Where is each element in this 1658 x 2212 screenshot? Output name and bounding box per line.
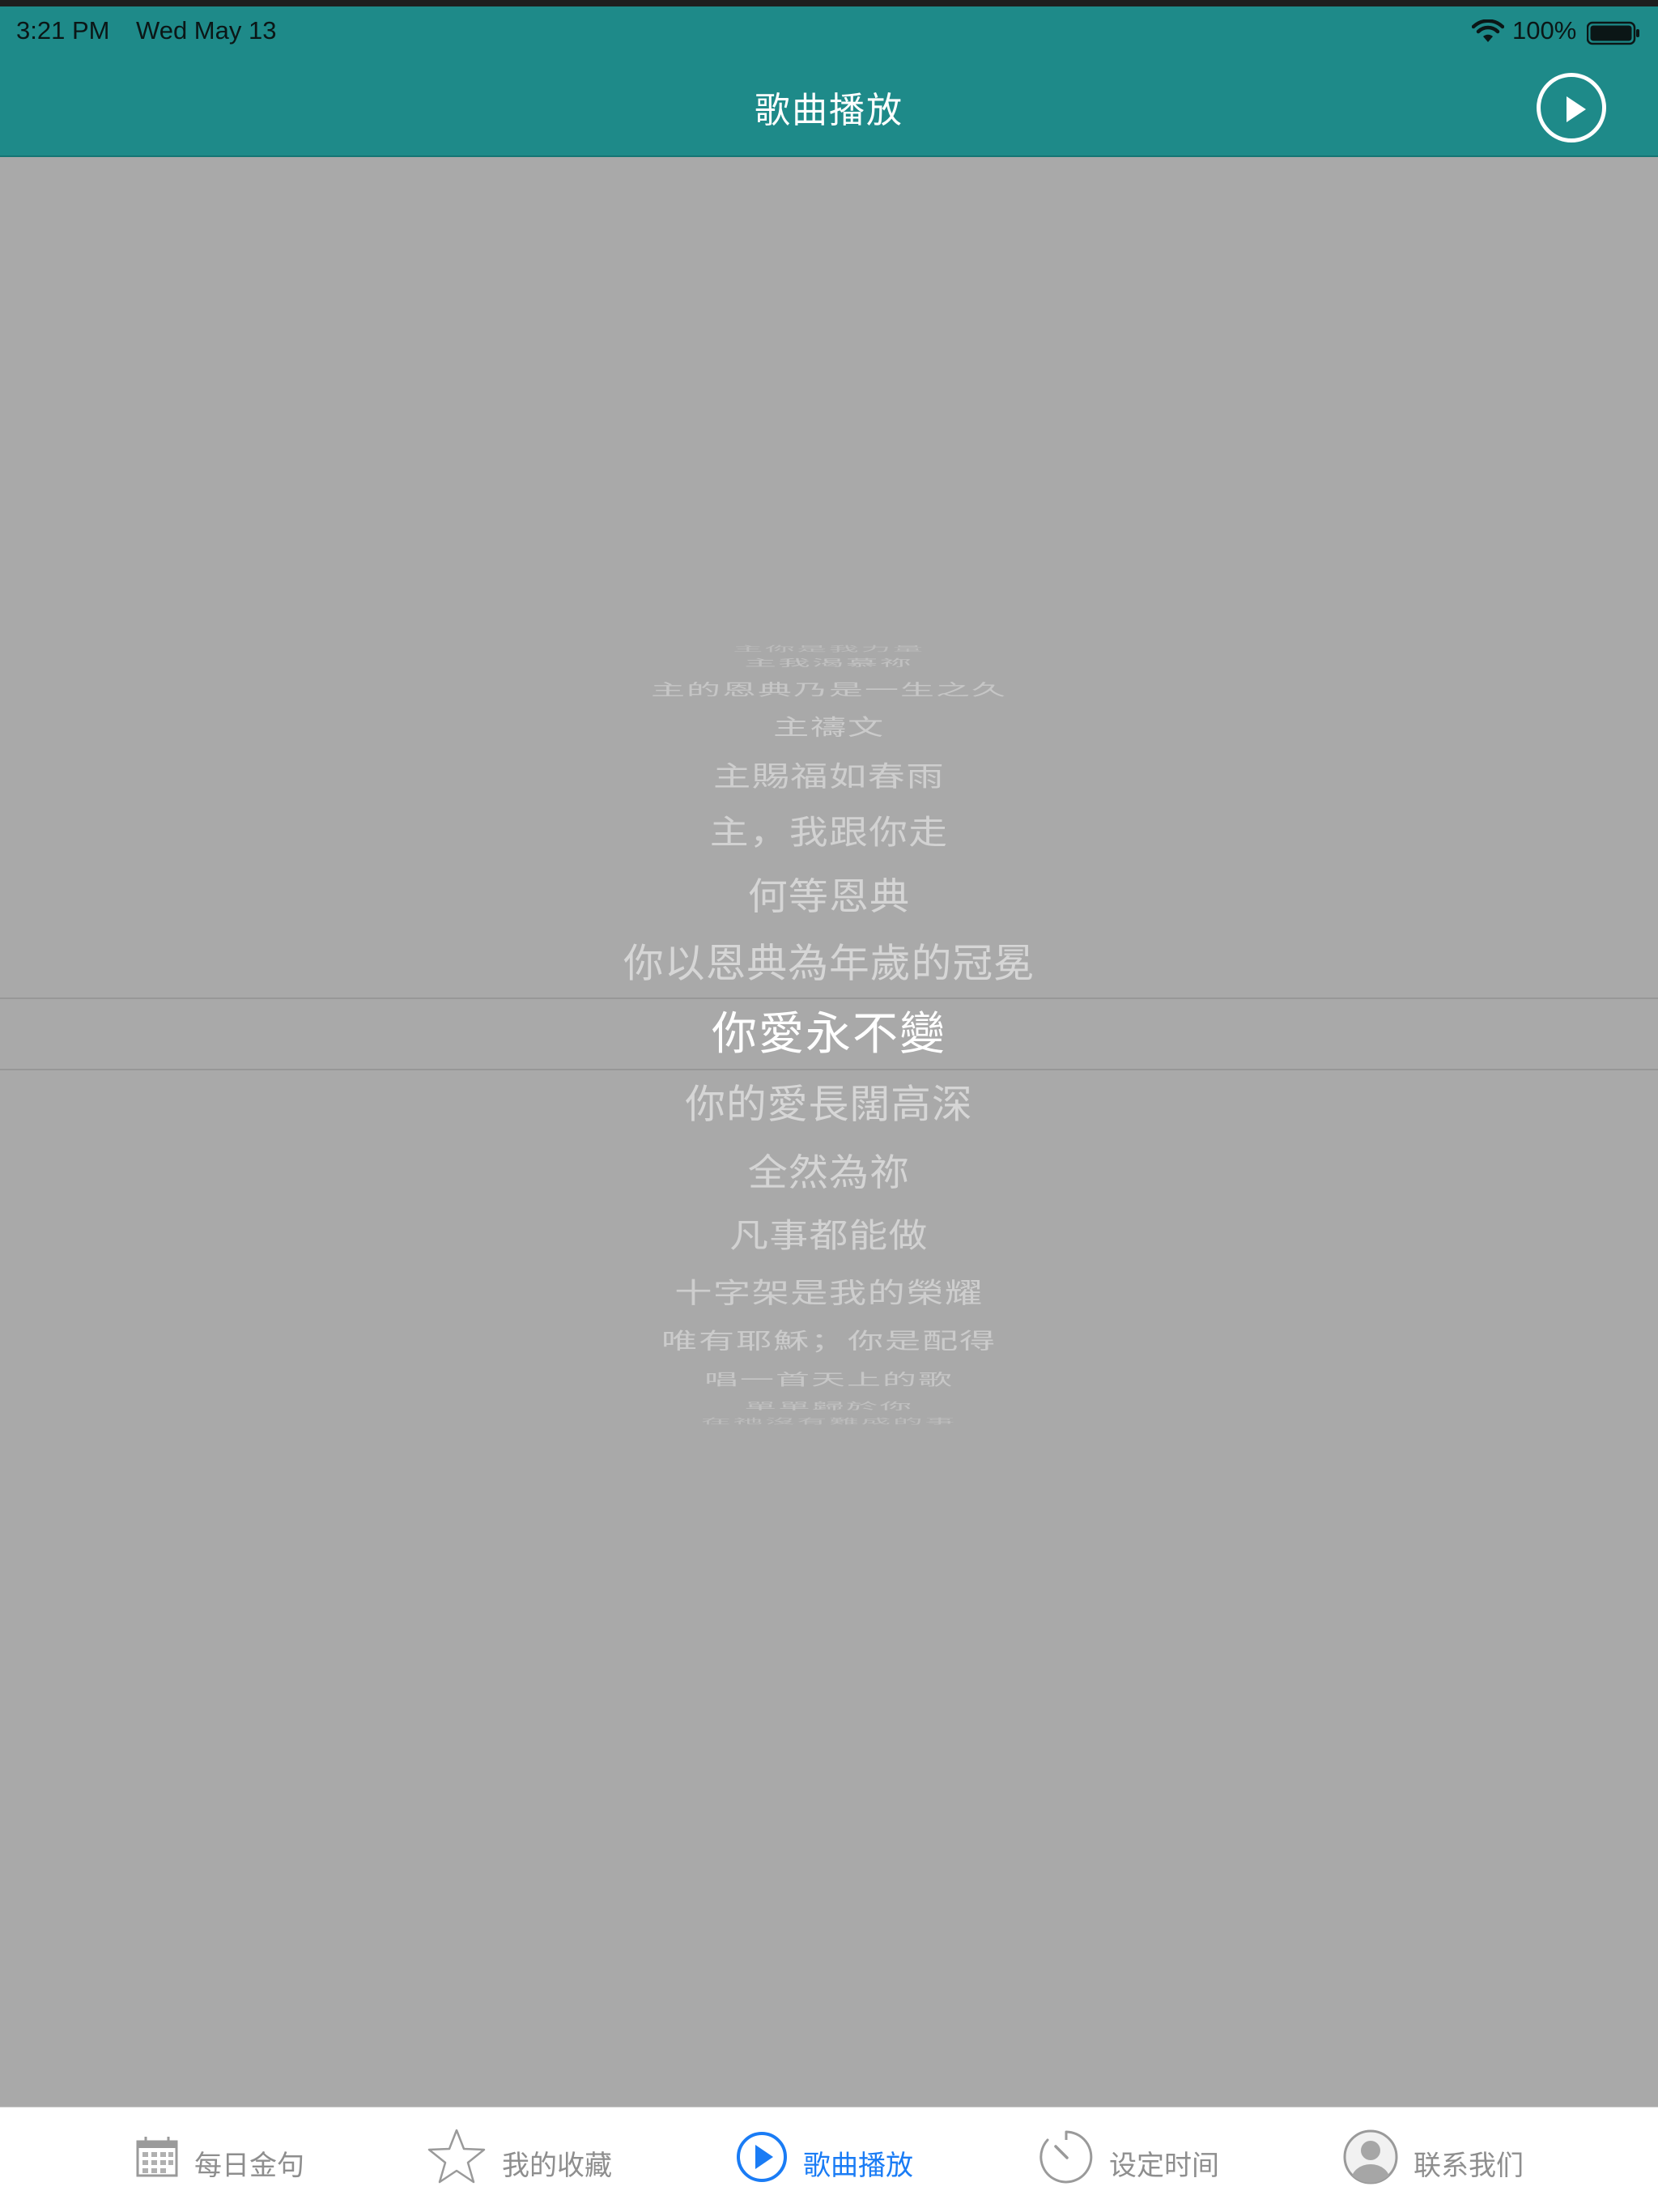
lyric-option[interactable]: 在祂沒有難成的事 [0,1417,1658,1424]
play-circle-icon [737,2132,787,2182]
battery-icon [1587,21,1639,45]
battery-percentage: 100% [1512,16,1577,45]
star-icon [427,2129,486,2184]
song-picker-wheel[interactable]: 主你是我力量 主我渴慕祢主的恩典乃是一生之久主禱文主賜福如春雨主，我跟你走何等恩典… [0,157,1658,2107]
tab-favorites[interactable]: 我的收藏 [427,2108,622,2212]
tab-set-timer[interactable]: 设定时间 [1038,2108,1232,2212]
calendar-icon [136,2137,178,2177]
lyric-option[interactable]: 主賜福如春雨 [0,762,1658,790]
tab-bar: 每日金句 我的收藏 歌曲播放 设定时间 联系我们 [0,2107,1658,2212]
status-bar: 3:21 PM Wed May 13 100% [0,6,1658,55]
lyric-option[interactable]: 主的恩典乃是一生之久 [0,682,1658,697]
tab-label: 我的收藏 [502,2150,612,2182]
tab-contact-us[interactable]: 联系我们 [1342,2108,1537,2212]
lyric-option[interactable]: 你的愛長闊高深 [0,1085,1658,1125]
selection-indicator [0,998,1658,1070]
tab-label: 联系我们 [1414,2150,1524,2182]
tab-label: 歌曲播放 [803,2150,913,2182]
page-title: 歌曲播放 [755,90,903,131]
lyric-option[interactable]: 唱一首天上的歌 [0,1372,1658,1387]
lyric-option[interactable]: 凡事都能做 [0,1220,1658,1253]
status-time: 3:21 PM [16,16,110,45]
lyric-option[interactable]: 主禱文 [0,717,1658,738]
lyric-option[interactable]: 唯有耶穌；你是配得 [0,1330,1658,1352]
tab-label: 每日金句 [194,2150,304,2182]
wifi-icon [1472,19,1504,42]
lyric-option[interactable]: 主我渴慕祢 [0,658,1658,668]
tab-daily-verse[interactable]: 每日金句 [130,2108,316,2212]
app-screen: 3:21 PM Wed May 13 100% 歌曲播放 主你是我力量 主我渴慕祢… [0,0,1658,2212]
status-date: Wed May 13 [136,16,277,45]
lyric-option[interactable]: 主，我跟你走 [0,816,1658,849]
lyrics-picker-area: 主你是我力量 主我渴慕祢主的恩典乃是一生之久主禱文主賜福如春雨主，我跟你走何等恩典… [0,157,1658,2107]
device-top-edge [0,0,1658,6]
header: 3:21 PM Wed May 13 100% 歌曲播放 [0,6,1658,157]
lyric-option[interactable]: 十字架是我的榮耀 [0,1279,1658,1308]
lyric-option[interactable]: 主你是我力量 [0,644,1658,653]
lyric-option[interactable]: 單單歸於你 [0,1402,1658,1411]
person-icon [1343,2129,1398,2184]
tab-song-player[interactable]: 歌曲播放 [735,2108,929,2212]
play-button[interactable] [1537,73,1606,143]
lyric-option[interactable]: 全然為祢 [0,1155,1658,1192]
lyric-option[interactable]: 你以恩典為年歲的冠冕 [0,944,1658,985]
lyric-option[interactable]: 何等恩典 [0,878,1658,915]
timer-icon [1039,2130,1093,2184]
tab-label: 设定时间 [1109,2150,1219,2182]
play-icon [1567,96,1586,122]
